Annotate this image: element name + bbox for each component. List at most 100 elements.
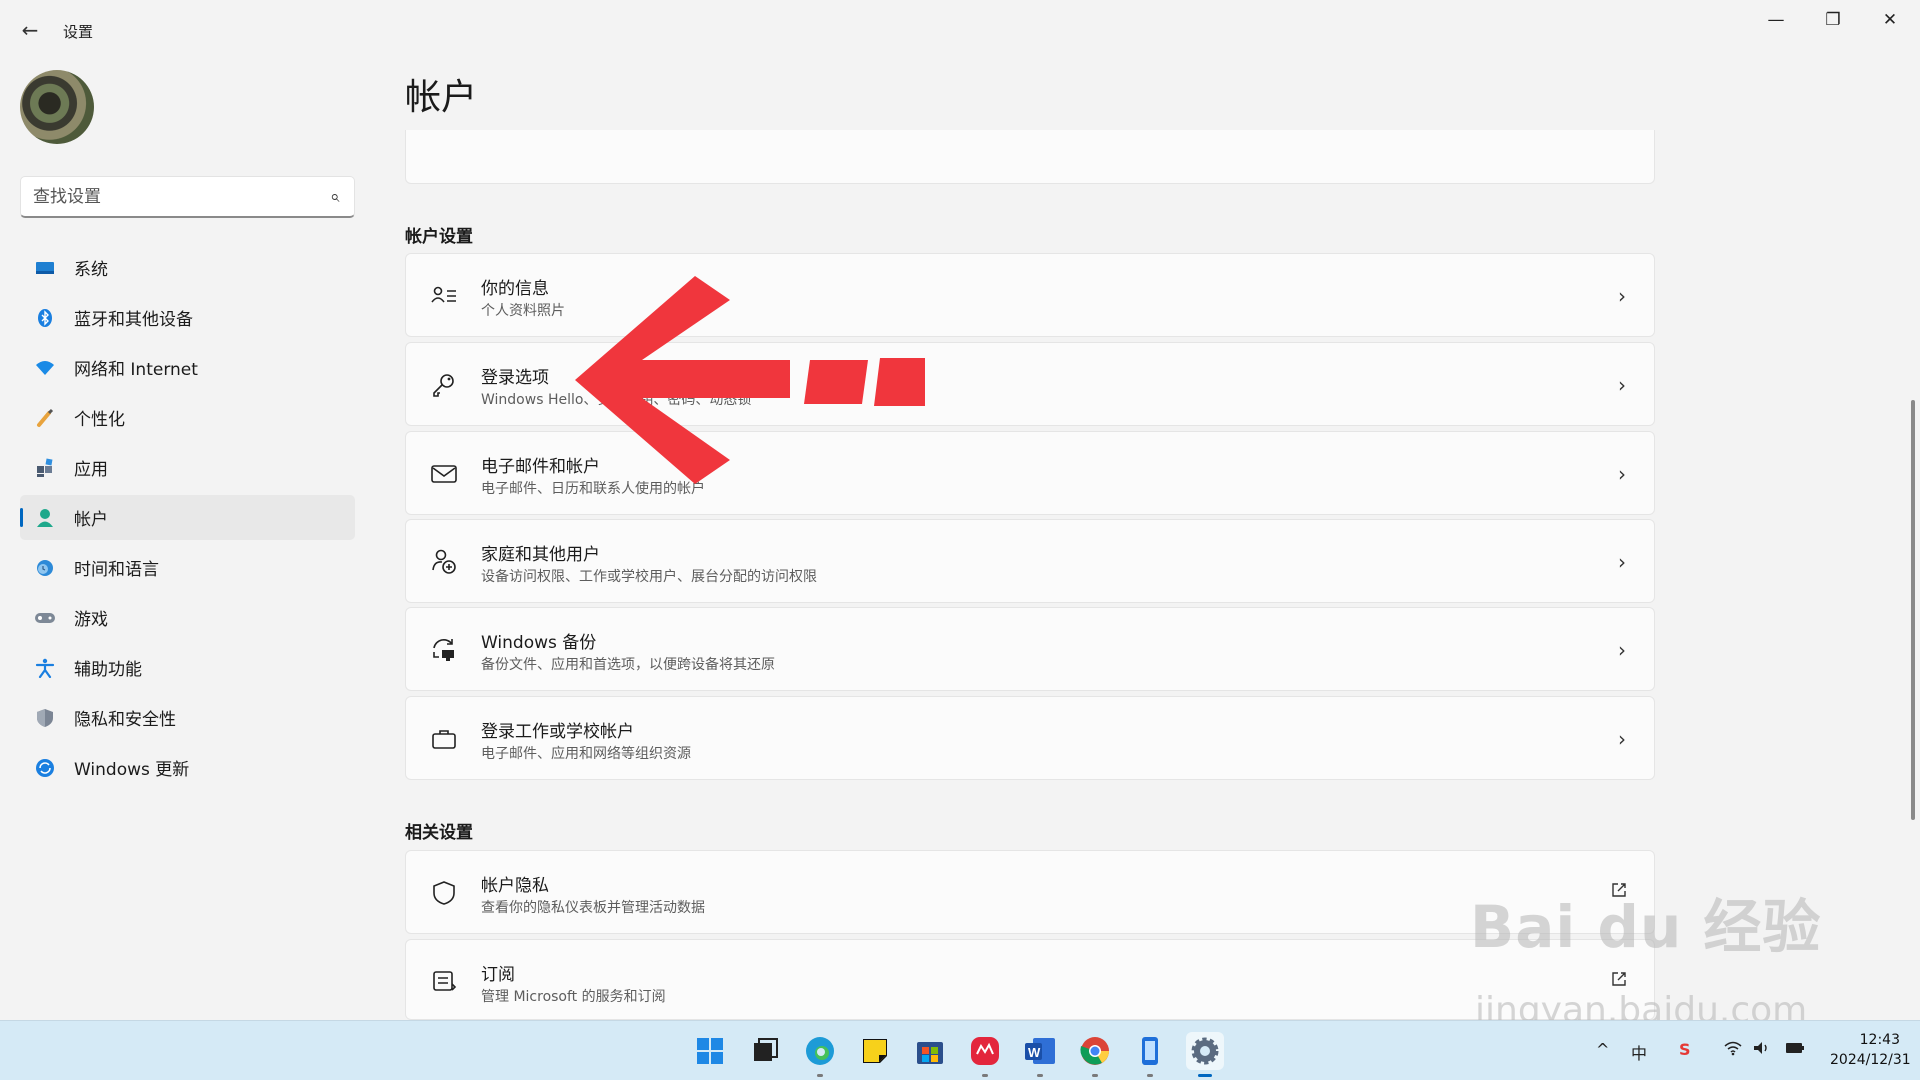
subscription-icon <box>433 971 457 991</box>
apps-icon <box>34 457 56 479</box>
svg-text:W: W <box>1028 1045 1041 1060</box>
card-subtitle: 管理 Microsoft 的服务和订阅 <box>481 989 666 1005</box>
sidebar-item-accessibility[interactable]: 辅助功能 <box>20 645 355 690</box>
app-title: 设置 <box>63 23 94 41</box>
close-button[interactable]: ✕ <box>1870 8 1910 32</box>
sidebar-item-apps[interactable]: 应用 <box>20 445 355 490</box>
minimize-button[interactable]: — <box>1756 8 1796 32</box>
sidebar-item-label: 蓝牙和其他设备 <box>74 310 193 330</box>
sidebar-item-accounts[interactable]: 帐户 <box>20 495 355 540</box>
sidebar-item-network[interactable]: 网络和 Internet <box>20 345 355 390</box>
sidebar-item-label: 个性化 <box>74 410 125 430</box>
sidebar-item-time-language[interactable]: 时间和语言 <box>20 545 355 590</box>
card-subtitle: 个人资料照片 <box>481 303 565 319</box>
sidebar-item-label: 时间和语言 <box>74 560 159 580</box>
card-subtitle: 备份文件、应用和首选项，以便跨设备将其还原 <box>481 657 775 673</box>
card-title: Windows 备份 <box>481 633 597 653</box>
app-red-icon[interactable] <box>966 1032 1004 1077</box>
sidebar-item-label: 帐户 <box>74 510 108 530</box>
sidebar-item-personalization[interactable]: 个性化 <box>20 395 355 440</box>
gamepad-icon <box>34 607 56 629</box>
section-heading-account-settings: 帐户设置 <box>405 227 473 247</box>
scrollbar[interactable] <box>1911 400 1915 820</box>
sticky-notes-icon[interactable] <box>856 1032 894 1070</box>
chrome-icon[interactable] <box>1076 1032 1114 1077</box>
card-title: 订阅 <box>481 965 515 985</box>
search-box[interactable]: ⌕ <box>20 176 355 218</box>
watermark-logo: Bai du 经验 <box>1470 893 1822 961</box>
card-title: 家庭和其他用户 <box>481 545 600 565</box>
card-windows-backup[interactable]: Windows 备份 备份文件、应用和首选项，以便跨设备将其还原 › <box>405 607 1655 691</box>
key-icon <box>433 374 454 397</box>
bluetooth-icon <box>34 307 56 329</box>
card-subtitle: 查看你的隐私仪表板并管理活动数据 <box>481 900 705 916</box>
start-icon[interactable] <box>691 1032 729 1070</box>
title-bar: ← 设置 — ❐ ✕ <box>0 0 1920 60</box>
search-input[interactable] <box>33 184 313 210</box>
sidebar-item-label: 辅助功能 <box>74 660 142 680</box>
account-summary-card <box>405 130 1655 184</box>
section-heading-related: 相关设置 <box>405 823 473 843</box>
tray-chevron-icon[interactable]: ^ <box>1596 1040 1609 1059</box>
briefcase-icon <box>432 730 456 749</box>
sidebar-nav: 系统 蓝牙和其他设备 网络和 Internet 个性化 应用 帐户 时间和语言 … <box>20 245 355 795</box>
mail-icon <box>431 465 457 483</box>
maximize-button[interactable]: ❐ <box>1813 8 1853 32</box>
taskview-icon[interactable] <box>746 1032 784 1070</box>
sidebar-item-privacy[interactable]: 隐私和安全性 <box>20 695 355 740</box>
system-icon <box>34 257 56 279</box>
shield-icon <box>34 707 56 729</box>
brush-icon <box>34 407 56 429</box>
card-family-users[interactable]: 家庭和其他用户 设备访问权限、工作或学校用户、展台分配的访问权限 › <box>405 519 1655 603</box>
wifi-icon <box>34 357 56 379</box>
search-icon[interactable]: ⌕ <box>330 187 340 207</box>
sidebar-item-label: 系统 <box>74 260 108 280</box>
card-title: 登录工作或学校帐户 <box>481 722 634 742</box>
sidebar-item-windows-update[interactable]: Windows 更新 <box>20 745 355 790</box>
add-person-icon <box>432 549 456 574</box>
edge-icon[interactable] <box>801 1032 839 1077</box>
external-link-icon <box>1612 972 1626 986</box>
phone-link-icon[interactable] <box>1131 1032 1169 1077</box>
chevron-right-icon: › <box>1618 638 1626 662</box>
card-account-privacy[interactable]: 帐户隐私 查看你的隐私仪表板并管理活动数据 <box>405 850 1655 934</box>
battery-icon[interactable] <box>1784 1040 1806 1056</box>
chevron-right-icon: › <box>1618 462 1626 486</box>
card-title: 帐户隐私 <box>481 876 549 896</box>
sidebar-item-label: 应用 <box>74 460 108 480</box>
sidebar-item-label: 隐私和安全性 <box>74 710 176 730</box>
wifi-tray-icon[interactable] <box>1723 1040 1743 1056</box>
card-subscriptions[interactable]: 订阅 管理 Microsoft 的服务和订阅 <box>405 939 1655 1020</box>
card-subtitle: 设备访问权限、工作或学校用户、展台分配的访问权限 <box>481 569 817 585</box>
volume-icon[interactable] <box>1752 1040 1772 1056</box>
person-info-icon <box>431 286 456 303</box>
globe-clock-icon <box>34 557 56 579</box>
sogou-icon[interactable]: S <box>1679 1040 1691 1059</box>
word-icon[interactable]: W <box>1021 1032 1059 1077</box>
system-clock[interactable]: 12:43 2024/12/31 <box>1830 1030 1911 1070</box>
card-subtitle: 电子邮件、应用和网络等组织资源 <box>481 746 691 762</box>
clock-date: 2024/12/31 <box>1830 1052 1911 1068</box>
sidebar-item-label: 网络和 Internet <box>74 360 198 380</box>
sidebar-item-label: Windows 更新 <box>74 760 190 780</box>
ime-indicator[interactable]: 中 <box>1631 1040 1647 1064</box>
sidebar-item-gaming[interactable]: 游戏 <box>20 595 355 640</box>
card-title: 登录选项 <box>481 368 549 388</box>
chevron-right-icon: › <box>1618 550 1626 574</box>
chevron-right-icon: › <box>1618 284 1626 308</box>
sidebar-item-bluetooth[interactable]: 蓝牙和其他设备 <box>20 295 355 340</box>
card-title: 你的信息 <box>481 279 549 299</box>
red-arrow-annotation <box>575 276 925 484</box>
accessibility-icon <box>34 657 56 679</box>
avatar[interactable] <box>20 70 94 144</box>
chevron-right-icon: › <box>1618 727 1626 751</box>
chevron-right-icon: › <box>1618 373 1626 397</box>
account-icon <box>34 507 56 529</box>
sidebar-item-system[interactable]: 系统 <box>20 245 355 290</box>
clock-time: 12:43 <box>1859 1032 1900 1048</box>
settings-icon[interactable] <box>1186 1032 1224 1077</box>
card-work-school[interactable]: 登录工作或学校帐户 电子邮件、应用和网络等组织资源 › <box>405 696 1655 780</box>
store-icon[interactable] <box>911 1032 949 1070</box>
back-arrow-icon[interactable]: ← <box>18 18 42 42</box>
sidebar-item-label: 游戏 <box>74 610 108 630</box>
